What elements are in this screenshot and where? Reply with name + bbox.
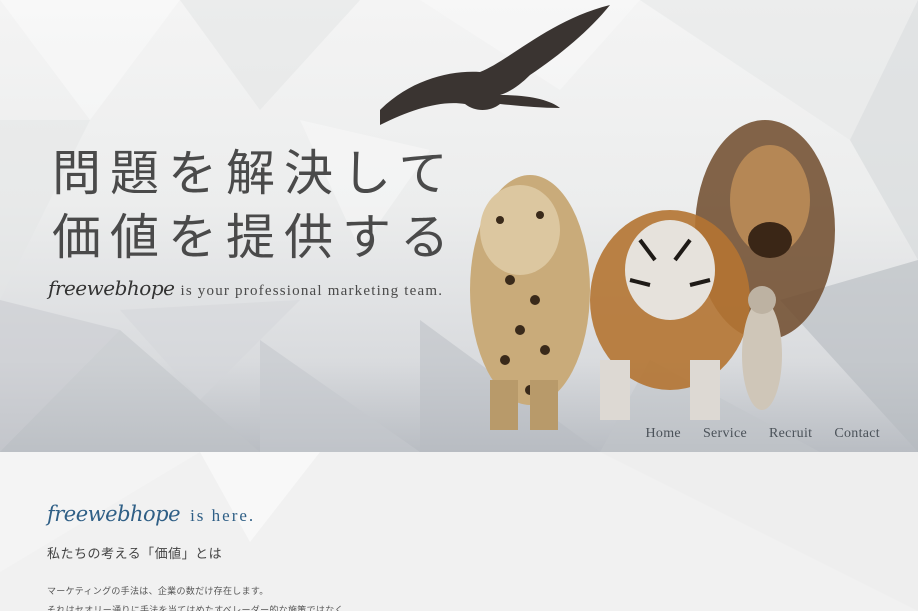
about-body-line-2: それはセオリー通りに手法を当てはめたすべレーダー的な施策ではなく [47, 606, 344, 611]
brand-logo-script: freewebhope [48, 276, 175, 300]
eagle-image [380, 5, 610, 125]
tiger-image [590, 210, 750, 420]
about-heading: freewebhope is here. [47, 502, 255, 526]
nav-service[interactable]: Service [703, 426, 747, 442]
leopard-image [470, 175, 590, 430]
headline-line-2: 価値を提供する [52, 209, 459, 266]
about-body-line-1: マーケティングの手法は、企業の数だけ存在します。 [47, 587, 269, 597]
about-brand-script: freewebhope [47, 502, 181, 526]
about-subtitle: 私たちの考える「価値」とは [47, 547, 223, 562]
hero-section: 問題を解決して 価値を提供する freewebhope is your prof… [0, 0, 918, 452]
nav-home[interactable]: Home [646, 426, 681, 442]
nav-contact[interactable]: Contact [834, 426, 880, 442]
nav-recruit[interactable]: Recruit [769, 426, 812, 442]
hero-headline: 問題を解決して 価値を提供する [52, 142, 458, 270]
tagline-text: is your professional marketing team. [180, 283, 444, 299]
headline-line-1: 問題を解決して [52, 145, 457, 202]
about-heading-suffix: is here. [190, 506, 256, 525]
about-section: freewebhope is here. 私たちの考える「価値」とは マーケティ… [0, 452, 918, 611]
hero-tagline: freewebhope is your professional marketi… [48, 276, 443, 300]
main-nav: Home Service Recruit Contact [646, 426, 880, 442]
